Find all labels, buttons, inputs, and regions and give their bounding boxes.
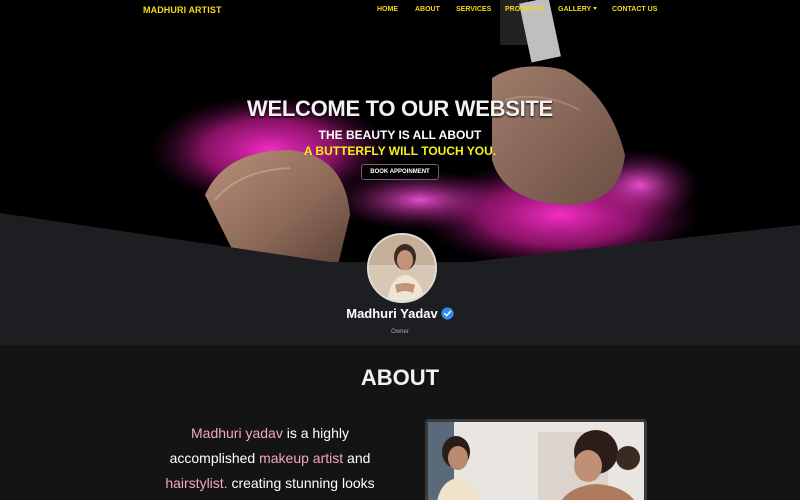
makeup-artist-highlight: makeup artist <box>259 450 344 466</box>
nav-about[interactable]: ABOUT <box>415 6 440 13</box>
owner-name-highlight: Madhuri yadav <box>191 425 283 441</box>
hero-text-block: WELCOME TO OUR WEBSITE THE BEAUTY IS ALL… <box>0 96 800 180</box>
about-text-fragment: and <box>343 450 371 466</box>
nav-links: HOME ABOUT SERVICES PRODUCTS GALLERY CON… <box>0 6 800 18</box>
top-navbar: MADHURI ARTIST HOME ABOUT SERVICES PRODU… <box>0 0 800 22</box>
hairstylist-highlight: hairstylist. <box>165 475 228 491</box>
about-heading: ABOUT <box>360 365 440 390</box>
about-text-fragment: accomplished <box>169 450 260 466</box>
hero-tagline-line2: A BUTTERFLY WILL TOUCH YOU. <box>303 144 497 158</box>
chevron-down-icon <box>593 7 598 10</box>
owner-avatar <box>367 233 437 303</box>
nav-gallery-label: GALLERY <box>558 6 592 13</box>
nav-gallery-dropdown[interactable]: GALLERY <box>558 6 598 13</box>
hero-banner: WELCOME TO OUR WEBSITE THE BEAUTY IS ALL… <box>0 0 800 345</box>
about-section: ABOUT Madhuri yadav is a highly accompli… <box>0 345 800 500</box>
owner-name-text: Madhuri Yadav <box>346 306 438 321</box>
book-appointment-button[interactable]: BOOK APPOINMENT <box>361 164 439 180</box>
about-text-fragment: creating stunning looks <box>227 475 375 491</box>
about-photo <box>425 419 647 500</box>
hero-tagline-line1: THE BEAUTY IS ALL ABOUT <box>318 128 482 142</box>
owner-role: Owner <box>391 329 409 335</box>
hero-title: WELCOME TO OUR WEBSITE <box>247 96 553 121</box>
nav-products[interactable]: PRODUCTS <box>505 6 544 13</box>
about-image <box>428 422 644 500</box>
about-paragraph: Madhuri yadav is a highly accomplished m… <box>140 421 400 496</box>
owner-name: Madhuri Yadav <box>0 306 800 321</box>
nav-services[interactable]: SERVICES <box>456 6 491 13</box>
nav-contact[interactable]: CONTACT US <box>612 6 657 13</box>
verified-badge-icon <box>441 307 454 320</box>
nav-home[interactable]: HOME <box>377 6 398 13</box>
about-text-fragment: is a highly <box>282 425 349 441</box>
